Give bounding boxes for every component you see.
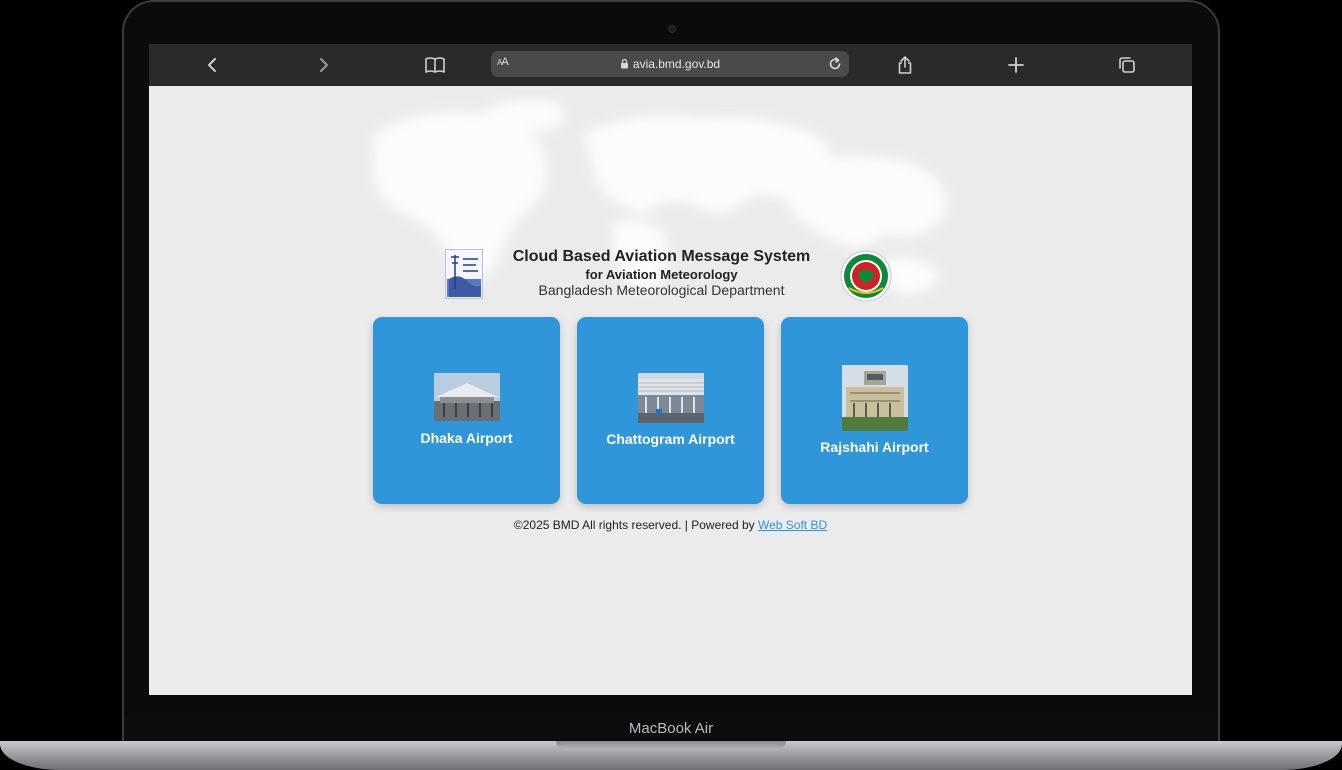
chattogram-airport-photo: [637, 373, 704, 423]
dhaka-airport-photo: [433, 373, 500, 421]
government-seal-icon[interactable]: [840, 250, 892, 302]
airport-cards: Dhaka Airport Chattogram Airport Rajshah…: [373, 317, 968, 504]
page-content: Cloud Based Aviation Message System for …: [149, 86, 1192, 695]
back-icon[interactable]: [199, 51, 227, 79]
bookmarks-icon[interactable]: [421, 51, 449, 79]
url-text: avia.bmd.gov.bd: [491, 57, 849, 72]
airport-card-chattogram[interactable]: Chattogram Airport: [577, 317, 764, 504]
web-soft-bd-link[interactable]: Web Soft BD: [758, 518, 827, 532]
airport-card-rajshahi[interactable]: Rajshahi Airport: [781, 317, 968, 504]
tabs-icon[interactable]: [1113, 51, 1141, 79]
airport-label: Dhaka Airport: [420, 430, 513, 446]
browser-toolbar: AA avia.bmd.gov.bd: [149, 44, 1192, 86]
page-title: Cloud Based Aviation Message System: [512, 248, 811, 265]
page-footer: ©2025 BMD All rights reserved. | Powered…: [149, 518, 1192, 532]
department-name: Bangladesh Meteorological Department: [538, 282, 785, 298]
address-bar[interactable]: AA avia.bmd.gov.bd: [491, 51, 849, 77]
lock-icon: [620, 58, 629, 72]
laptop-hinge-notch: [556, 741, 786, 750]
reload-icon[interactable]: [825, 54, 845, 74]
header-text: Cloud Based Aviation Message System for …: [501, 247, 822, 299]
airport-card-dhaka[interactable]: Dhaka Airport: [373, 317, 560, 504]
copyright-text: ©2025 BMD All rights reserved. | Powered…: [513, 518, 755, 532]
forward-icon[interactable]: [309, 51, 337, 79]
browser-window: AA avia.bmd.gov.bd Cloud Based Aviation …: [149, 44, 1192, 695]
page-subtitle: for Aviation Meteorology: [585, 267, 738, 282]
site-header: Cloud Based Aviation Message System for …: [445, 247, 897, 307]
airport-label: Rajshahi Airport: [820, 439, 929, 455]
new-tab-icon[interactable]: [1002, 51, 1030, 79]
airport-label: Chattogram Airport: [606, 431, 735, 447]
rajshahi-airport-photo: [841, 365, 908, 431]
camera-icon: [668, 25, 676, 33]
device-brand-label: MacBook Air: [628, 720, 714, 737]
bmd-logo[interactable]: [445, 249, 483, 299]
share-icon[interactable]: [891, 51, 919, 79]
